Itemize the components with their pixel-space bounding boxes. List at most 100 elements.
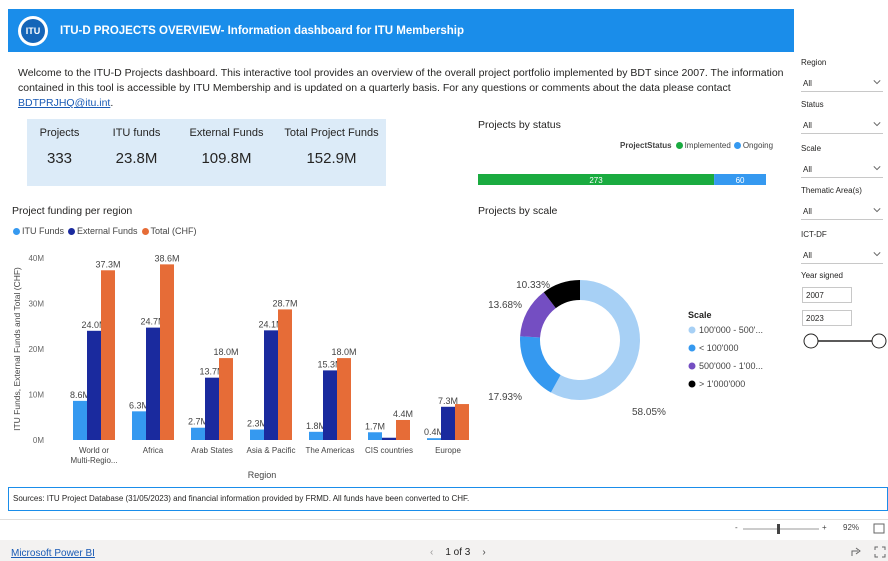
scale-chart-title: Projects by scale [478, 205, 558, 217]
bar-2-2[interactable] [219, 358, 233, 440]
slicer-value: All [803, 251, 812, 260]
prev-page-button[interactable]: ‹ [430, 547, 433, 558]
share-icon[interactable] [850, 546, 864, 558]
fullscreen-icon[interactable] [874, 546, 886, 558]
bar-data-label: 28.7M [272, 298, 297, 308]
year-to-input[interactable]: 2023 [802, 310, 852, 326]
bar-data-label: 38.6M [154, 253, 179, 263]
status-segment-label: 60 [736, 176, 745, 185]
bar-1-1[interactable] [146, 327, 160, 440]
y-tick-label: 10M [28, 391, 44, 400]
scale-legend-item[interactable]: < 100'000 [699, 343, 739, 353]
y-tick-label: 40M [28, 254, 44, 263]
slicer-status-dropdown[interactable]: All [801, 117, 883, 134]
kpi-panel: Projects 333 ITU funds 23.8M External Fu… [27, 119, 386, 186]
zoom-level: 92% [843, 523, 860, 532]
bar-2-6[interactable] [455, 404, 469, 440]
bar-data-label: 18.0M [331, 347, 356, 357]
x-tick-label: Africa [143, 446, 164, 455]
fit-to-page-icon[interactable] [873, 523, 885, 534]
bar-1-4[interactable] [323, 370, 337, 440]
bar-1-3[interactable] [264, 330, 278, 440]
welcome-body: Welcome to the ITU-D Projects dashboard.… [18, 67, 784, 94]
region-funding-chart[interactable]: ITU Funds, External Funds and Total (CHF… [0, 240, 470, 485]
status-chart-title: Projects by status [478, 119, 561, 131]
report-header: ITU ITU-D PROJECTS OVERVIEW- Information… [8, 9, 794, 52]
bar-2-3[interactable] [278, 309, 292, 440]
legend-item-implemented[interactable]: Implemented [685, 141, 731, 150]
slicer-label-ictdf: ICT-DF [801, 230, 827, 239]
zoom-in-button[interactable]: + [822, 523, 827, 532]
y-tick-label: 20M [28, 345, 44, 354]
bar-0-2[interactable] [191, 427, 205, 440]
x-axis-label: Region [248, 470, 277, 480]
x-tick-label: Arab States [191, 446, 233, 455]
legend-dot-itu [13, 227, 20, 235]
slicer-scale-dropdown[interactable]: All [801, 161, 883, 178]
sources-note: Sources: ITU Project Database (31/05/202… [8, 487, 888, 511]
year-from-input[interactable]: 2007 [802, 287, 852, 303]
itu-logo: ITU [18, 15, 48, 46]
slice-label: 17.93% [488, 392, 522, 403]
slider-handle-start[interactable] [803, 333, 819, 349]
legend-item-ongoing[interactable]: Ongoing [743, 141, 773, 150]
slice-label: 13.68% [488, 300, 522, 311]
zoom-slider-thumb[interactable] [777, 524, 780, 534]
scale-legend-item[interactable]: > 1'000'000 [699, 379, 745, 389]
status-segment-label: 273 [589, 176, 603, 185]
donut-slice-1[interactable] [520, 336, 561, 393]
chevron-down-icon [873, 80, 881, 85]
x-tick-label: Europe [435, 446, 461, 455]
status-bar-chart[interactable]: 273 60 [476, 173, 768, 186]
slider-handle-end[interactable] [871, 333, 887, 349]
kpi-label: External Funds [189, 127, 264, 139]
scale-legend-title: Scale [688, 310, 712, 320]
zoom-out-button[interactable]: - [735, 523, 738, 532]
contact-email-link[interactable]: BDTPRJHQ@itu.int [18, 97, 110, 109]
chevron-down-icon [873, 252, 881, 257]
bar-1-5[interactable] [382, 437, 396, 440]
bar-2-1[interactable] [160, 264, 174, 440]
region-chart-title: Project funding per region [12, 205, 133, 217]
bar-0-6[interactable] [427, 438, 441, 440]
legend-dot-implemented [675, 142, 683, 149]
kpi-value: 23.8M [115, 150, 158, 167]
kpi-external-funds: External Funds 109.8M [179, 119, 274, 167]
year-range-slider[interactable] [801, 331, 888, 351]
slice-label: 58.05% [632, 407, 666, 418]
bar-2-4[interactable] [337, 358, 351, 440]
region-chart-legend: ITU Funds External Funds Total (CHF) [13, 226, 197, 236]
scale-legend-item[interactable]: 500'000 - 1'00... [699, 361, 763, 371]
slicer-region-dropdown[interactable]: All [801, 75, 883, 92]
bar-0-1[interactable] [132, 411, 146, 440]
scale-donut-chart[interactable]: 58.05% 17.93% 13.68% 10.33% Scale 100'000 - 5… [470, 270, 790, 430]
legend-item-external[interactable]: External Funds [77, 226, 138, 236]
bar-1-6[interactable] [441, 406, 455, 440]
zoom-slider[interactable] [743, 523, 821, 535]
kpi-value: 333 [46, 150, 73, 167]
slicer-ictdf-dropdown[interactable]: All [801, 247, 883, 264]
bar-data-label: 18.0M [213, 347, 238, 357]
bar-0-5[interactable] [368, 432, 382, 440]
bar-1-2[interactable] [205, 377, 219, 440]
legend-item-itu[interactable]: ITU Funds [22, 226, 64, 236]
page-indicator: 1 of 3 [445, 547, 471, 558]
slicer-thematic-dropdown[interactable]: All [801, 203, 883, 220]
slicer-label-scale: Scale [801, 144, 822, 153]
bar-0-0[interactable] [73, 400, 87, 440]
power-bi-link[interactable]: Microsoft Power BI [11, 548, 95, 559]
footer-divider [0, 519, 888, 520]
bar-2-0[interactable] [101, 270, 115, 440]
bar-2-5[interactable] [396, 419, 410, 440]
next-page-button[interactable]: › [482, 547, 485, 558]
chevron-down-icon [873, 166, 881, 171]
x-tick-label: World or [79, 446, 109, 455]
bar-0-4[interactable] [309, 431, 323, 440]
legend-item-total[interactable]: Total (CHF) [151, 226, 197, 236]
scale-legend-dot [688, 326, 696, 334]
scale-legend-item[interactable]: 100'000 - 500'... [699, 325, 763, 335]
bar-1-0[interactable] [87, 330, 101, 440]
bar-data-label: 1.7M [365, 421, 385, 431]
kpi-projects: Projects 333 [27, 119, 92, 167]
bar-0-3[interactable] [250, 429, 264, 440]
